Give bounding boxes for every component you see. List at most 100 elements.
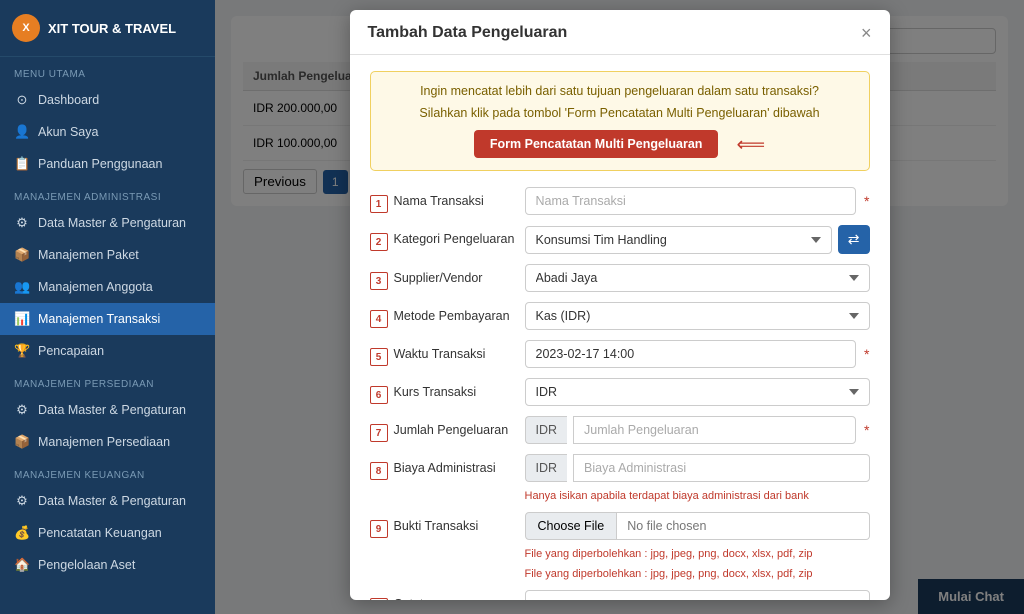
sidebar-item-manajemen-paket[interactable]: 📦 Manajemen Paket <box>0 239 215 271</box>
step-badge-1: 1 <box>370 195 388 213</box>
modal: Tambah Data Pengeluaran × Ingin mencatat… <box>350 10 890 600</box>
required-star-5: * <box>864 346 869 362</box>
sidebar-icon-manajemen-transaksi: 📊 <box>14 311 30 327</box>
form-row-6: 6Kurs TransaksiIDR <box>370 378 870 406</box>
sidebar-item-pencapaian[interactable]: 🏆 Pencapaian <box>0 335 215 367</box>
field-select-4[interactable]: Kas (IDR) <box>525 302 870 330</box>
form-label-10: 10Catatan <box>370 590 525 600</box>
sidebar-icon-manajemen-persediaan: 📦 <box>14 434 30 450</box>
logo-icon: X <box>12 14 40 42</box>
form-label-7: 7Jumlah Pengeluaran <box>370 416 525 442</box>
field-textarea-10[interactable] <box>525 590 870 600</box>
field-select-2[interactable]: Konsumsi Tim Handling <box>525 226 832 254</box>
form-label-6: 6Kurs Transaksi <box>370 378 525 404</box>
main-content: Jumlah Pengeluaran Opsi IDR 200.000,00 ✎… <box>215 0 1024 614</box>
sidebar-item-data-master[interactable]: ⚙ Data Master & Pengaturan <box>0 207 215 239</box>
sidebar-item-data-master-2[interactable]: ⚙ Data Master & Pengaturan <box>0 394 215 426</box>
sidebar-section-label: MENU UTAMA <box>0 57 215 84</box>
modal-overlay: Tambah Data Pengeluaran × Ingin mencatat… <box>215 0 1024 614</box>
modal-header: Tambah Data Pengeluaran × <box>350 10 890 55</box>
form-control-wrap-6: IDR <box>525 378 870 406</box>
form-control-wrap-7: IDR * <box>525 416 870 444</box>
form-row-4: 4Metode PembayaranKas (IDR) <box>370 302 870 330</box>
sidebar-icon-panduan: 📋 <box>14 156 30 172</box>
field-input-7[interactable] <box>573 416 856 444</box>
sidebar-label-panduan: Panduan Penggunaan <box>38 157 162 171</box>
sidebar-item-dashboard[interactable]: ⊙Dashboard <box>0 84 215 116</box>
form-row-2: 2Kategori PengeluaranKonsumsi Tim Handli… <box>370 225 870 254</box>
sidebar-icon-data-master: ⚙ <box>14 215 30 231</box>
form-control-wrap-1: * <box>525 187 870 215</box>
sidebar-item-manajemen-transaksi[interactable]: 📊 Manajemen Transaksi <box>0 303 215 335</box>
field-input-5[interactable] <box>525 340 857 368</box>
sidebar-item-pencatatan-keuangan[interactable]: 💰 Pencatatan Keuangan <box>0 517 215 549</box>
sidebar-label-manajemen-anggota: Manajemen Anggota <box>38 280 153 294</box>
sidebar-label-manajemen-transaksi: Manajemen Transaksi <box>38 312 160 326</box>
step-badge-5: 5 <box>370 348 388 366</box>
sidebar-item-panduan[interactable]: 📋 Panduan Penggunaan <box>0 148 215 180</box>
form-row-5: 5Waktu Transaksi * <box>370 340 870 368</box>
banner-line1: Ingin mencatat lebih dari satu tujuan pe… <box>387 84 853 98</box>
sidebar-item-manajemen-persediaan[interactable]: 📦 Manajemen Persediaan <box>0 426 215 458</box>
sidebar-label-data-master-2: Data Master & Pengaturan <box>38 403 186 417</box>
modal-body: Ingin mencatat lebih dari satu tujuan pe… <box>350 55 890 600</box>
form-row-10: 10Catatan <box>370 590 870 600</box>
step-badge-9: 9 <box>370 520 388 538</box>
share-icon-button-2[interactable]: ⇄ <box>838 225 870 254</box>
logo-text: XIT TOUR & TRAVEL <box>48 21 176 36</box>
form-row-9: 9Bukti TransaksiChoose FileNo file chose… <box>370 512 870 580</box>
choose-file-button[interactable]: Choose File <box>525 512 618 540</box>
sidebar-icon-akun-saya: 👤 <box>14 124 30 140</box>
sidebar-icon-pencatatan-keuangan: 💰 <box>14 525 30 541</box>
sidebar-logo: X XIT TOUR & TRAVEL <box>0 0 215 57</box>
field-input-1[interactable] <box>525 187 857 215</box>
close-icon[interactable]: × <box>861 24 872 42</box>
sidebar-label-data-master-keuangan: Data Master & Pengaturan <box>38 494 186 508</box>
form-row-3: 3Supplier/VendorAbadi Jaya <box>370 264 870 292</box>
sidebar-label-manajemen-persediaan: Manajemen Persediaan <box>38 435 170 449</box>
form-label-8: 8Biaya Administrasi <box>370 454 525 480</box>
sidebar-icon-pengelolaan-aset: 🏠 <box>14 557 30 573</box>
form-label-4: 4Metode Pembayaran <box>370 302 525 328</box>
sidebar-label-data-master: Data Master & Pengaturan <box>38 216 186 230</box>
sidebar-label-pencapaian: Pencapaian <box>38 344 104 358</box>
sidebar-label-pencatatan-keuangan: Pencatatan Keuangan <box>38 526 162 540</box>
field-hint-8: Hanya isikan apabila terdapat biaya admi… <box>525 490 870 502</box>
required-star-7: * <box>864 422 869 438</box>
form-control-wrap-5: * <box>525 340 870 368</box>
form-control-wrap-9: Choose FileNo file chosen File yang diper… <box>525 512 870 580</box>
form-label-5: 5Waktu Transaksi <box>370 340 525 366</box>
step-badge-8: 8 <box>370 462 388 480</box>
step-badge-3: 3 <box>370 272 388 290</box>
field-select-3[interactable]: Abadi Jaya <box>525 264 870 292</box>
sidebar-label-manajemen-paket: Manajemen Paket <box>38 248 139 262</box>
sidebar-section-label: MANAJEMEN KEUANGAN <box>0 458 215 485</box>
modal-title: Tambah Data Pengeluaran <box>368 24 568 42</box>
form-label-1: 1Nama Transaksi <box>370 187 525 213</box>
form-row-7: 7Jumlah PengeluaranIDR * <box>370 416 870 444</box>
sidebar-icon-pencapaian: 🏆 <box>14 343 30 359</box>
step-badge-4: 4 <box>370 310 388 328</box>
form-control-wrap-10 <box>525 590 870 600</box>
multi-form-button[interactable]: Form Pencatatan Multi Pengeluaran <box>474 130 719 158</box>
field-select-6[interactable]: IDR <box>525 378 870 406</box>
form-control-wrap-8: IDRHanya isikan apabila terdapat biaya a… <box>525 454 870 502</box>
input-prefix-7: IDR <box>525 416 568 444</box>
form-label-2: 2Kategori Pengeluaran <box>370 225 525 251</box>
sidebar-item-data-master-keuangan[interactable]: ⚙Data Master & Pengaturan <box>0 485 215 517</box>
sidebar-item-akun-saya[interactable]: 👤 Akun Saya <box>0 116 215 148</box>
sidebar-section-label: MANAJEMEN ADMINISTRASI <box>0 180 215 207</box>
sidebar-item-pengelolaan-aset[interactable]: 🏠Pengelolaan Aset <box>0 549 215 581</box>
file-wrap-9: Choose FileNo file chosen <box>525 512 870 540</box>
field-input-8[interactable] <box>573 454 869 482</box>
sidebar-icon-data-master-2: ⚙ <box>14 402 30 418</box>
sidebar-icon-manajemen-paket: 📦 <box>14 247 30 263</box>
file-hint-9: File yang diperbolehkan : jpg, jpeg, png… <box>525 568 870 580</box>
sidebar-label-akun-saya: Akun Saya <box>38 125 98 139</box>
form-label-3: 3Supplier/Vendor <box>370 264 525 290</box>
form-control-wrap-3: Abadi Jaya <box>525 264 870 292</box>
file-name-display: No file chosen <box>617 512 869 540</box>
sidebar-item-manajemen-anggota[interactable]: 👥Manajemen Anggota <box>0 271 215 303</box>
form-row-8: 8Biaya AdministrasiIDRHanya isikan apabi… <box>370 454 870 502</box>
form-control-wrap-2: Konsumsi Tim Handling⇄ <box>525 225 870 254</box>
